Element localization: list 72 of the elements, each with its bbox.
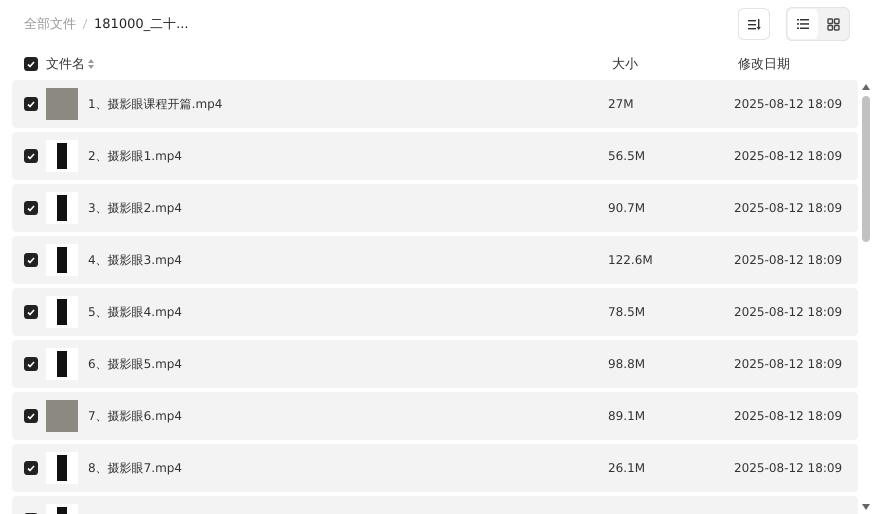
file-name: 5、摄影眼4.mp4 — [88, 304, 182, 320]
file-row[interactable]: 7、摄影眼6.mp4 89.1M 2025-08-12 18:09 — [12, 392, 858, 440]
modified-date: 2025-08-12 18:09 — [734, 357, 842, 371]
checkbox[interactable] — [24, 409, 38, 423]
file-size: 56.5M — [608, 149, 646, 163]
video-thumbnail — [46, 244, 78, 276]
checkmark-icon — [27, 152, 35, 160]
file-name: 1、摄影眼课程开篇.mp4 — [88, 96, 222, 112]
video-thumbnail — [46, 192, 78, 224]
file-size: 90.7M — [608, 201, 646, 215]
scrollbar-thumb[interactable] — [862, 96, 870, 242]
modified-date: 2025-08-12 18:09 — [734, 409, 842, 423]
sort-button[interactable] — [738, 8, 770, 40]
checkbox[interactable] — [24, 461, 38, 475]
checkbox[interactable] — [24, 97, 38, 111]
file-row[interactable]: 4、摄影眼3.mp4 122.6M 2025-08-12 18:09 — [12, 236, 858, 284]
checkbox[interactable] — [24, 57, 38, 71]
video-thumbnail — [46, 452, 78, 484]
file-row[interactable]: 8、摄影眼7.mp4 26.1M 2025-08-12 18:09 — [12, 444, 858, 492]
file-size: 78.5M — [608, 305, 646, 319]
sort-arrows-icon[interactable] — [88, 59, 94, 69]
file-name: 7、摄影眼6.mp4 — [88, 408, 182, 424]
video-thumbnail — [46, 296, 78, 328]
checkmark-icon — [27, 464, 35, 472]
checkbox[interactable] — [24, 253, 38, 267]
slash-icon — [82, 18, 88, 30]
video-thumbnail — [46, 140, 78, 172]
checkmark-icon — [27, 308, 35, 316]
file-name: 4、摄影眼3.mp4 — [88, 252, 182, 268]
file-name: 2、摄影眼1.mp4 — [88, 148, 182, 164]
file-row[interactable]: 2、摄影眼1.mp4 56.5M 2025-08-12 18:09 — [12, 132, 858, 180]
checkbox[interactable] — [24, 357, 38, 371]
column-header[interactable]: 文件名 — [46, 55, 85, 73]
photo-placeholder — [46, 88, 78, 120]
modified-date: 2025-08-12 18:09 — [734, 149, 842, 163]
file-size: 98.8M — [608, 357, 646, 371]
checkbox[interactable] — [24, 201, 38, 215]
file-name: 8、摄影眼7.mp4 — [88, 460, 182, 476]
scroll-down-icon[interactable] — [862, 504, 870, 510]
file-row[interactable]: 5、摄影眼4.mp4 78.5M 2025-08-12 18:09 — [12, 288, 858, 336]
file-name: 3、摄影眼2.mp4 — [88, 200, 182, 216]
list-icon — [797, 19, 809, 29]
checkmark-icon — [27, 412, 35, 420]
photo-placeholder — [46, 400, 78, 432]
file-row[interactable]: 6、摄影眼5.mp4 98.8M 2025-08-12 18:09 — [12, 340, 858, 388]
grid-icon — [826, 18, 840, 30]
file-size: 27M — [608, 97, 634, 111]
view-button[interactable] — [788, 9, 818, 39]
checkmark-icon — [27, 256, 35, 264]
column-header: 修改日期 — [738, 56, 790, 73]
modified-date: 2025-08-12 18:09 — [734, 253, 842, 267]
modified-date: 2025-08-12 18:09 — [734, 305, 842, 319]
scroll-up-icon[interactable] — [862, 84, 870, 90]
modified-date: 2025-08-12 18:09 — [734, 201, 842, 215]
checkmark-icon — [27, 100, 35, 108]
file-size: 122.6M — [608, 253, 653, 267]
checkbox[interactable] — [24, 305, 38, 319]
file-size: 26.1M — [608, 461, 646, 475]
file-size: 89.1M — [608, 409, 646, 423]
modified-date: 2025-08-12 18:09 — [734, 461, 842, 475]
checkmark-icon — [27, 204, 35, 212]
breadcrumb-item: 181000_二十... — [94, 16, 189, 33]
column-header: 大小 — [612, 56, 638, 73]
file-row[interactable]: 1、摄影眼课程开篇.mp4 27M 2025-08-12 18:09 — [12, 80, 858, 128]
modified-date: 2025-08-12 18:09 — [734, 97, 842, 111]
checkmark-icon — [27, 360, 35, 368]
file-row[interactable]: 3、摄影眼2.mp4 90.7M 2025-08-12 18:09 — [12, 184, 858, 232]
checkmark-icon — [27, 60, 35, 68]
file-name: 6、摄影眼5.mp4 — [88, 356, 182, 372]
sort-icon — [748, 18, 760, 30]
checkbox[interactable] — [24, 149, 38, 163]
video-thumbnail — [46, 348, 78, 380]
